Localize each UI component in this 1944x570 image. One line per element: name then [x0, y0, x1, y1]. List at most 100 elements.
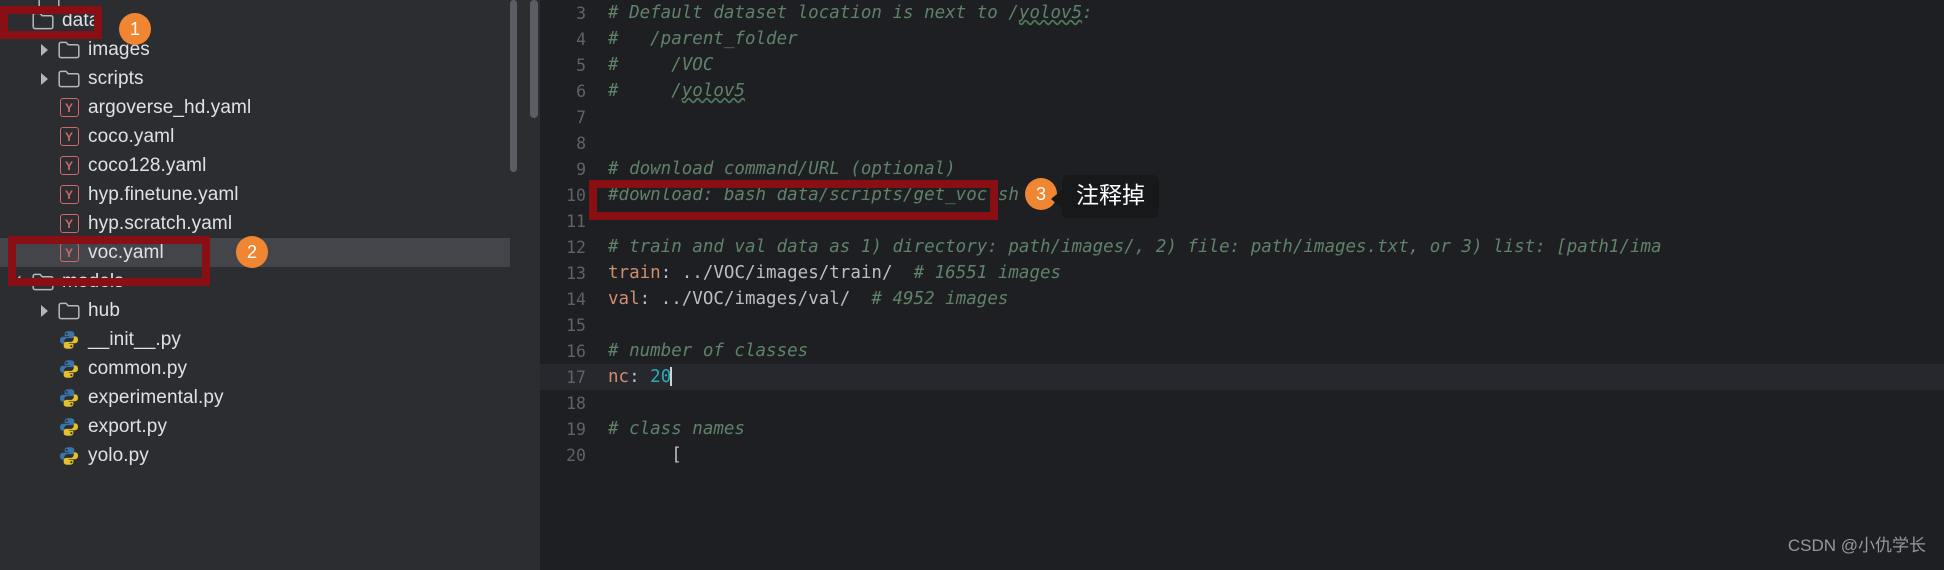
line-number: 16 [566, 341, 586, 361]
code-line[interactable]: 12 # train and val data as 1) directory: … [540, 234, 1944, 260]
code-token: : [629, 367, 651, 387]
code-line-text: nc: 20 [600, 367, 672, 387]
tree-row-argoverse-hd-yaml[interactable]: Yargoverse_hd.yaml [0, 93, 525, 122]
code-token: train [608, 263, 661, 283]
chevron-down-icon[interactable] [6, 274, 30, 289]
code-token: : [660, 263, 682, 283]
yaml-file-icon: Y [56, 214, 82, 233]
code-line[interactable]: 19 # class names [540, 416, 1944, 442]
folder-icon [30, 12, 56, 30]
tree-row-coco-yaml[interactable]: Ycoco.yaml [0, 122, 525, 151]
tree-row-yolo-py[interactable]: yolo.py [0, 441, 525, 470]
line-number: 4 [576, 29, 586, 49]
line-number: 8 [576, 133, 586, 153]
tree-row-hyp-finetune-yaml[interactable]: Yhyp.finetune.yaml [0, 180, 525, 209]
code-token: # class names [608, 419, 745, 439]
code-token: # 4952 images [871, 289, 1009, 309]
tree-row-label: scripts [88, 67, 144, 89]
code-line-text: # /parent_folder [600, 29, 798, 49]
tree-row-hub[interactable]: hub [0, 296, 525, 325]
tree-row-label: hub [88, 299, 121, 321]
line-number: 9 [576, 159, 586, 179]
annotation-badge-2: 2 [236, 236, 268, 268]
tree-row-models[interactable]: models [0, 267, 525, 296]
tree-row-label: coco.yaml [88, 125, 175, 147]
code-line[interactable]: 20 [ [540, 442, 1944, 468]
yaml-file-icon: Y [56, 185, 82, 204]
code-line-text: # class names [600, 419, 745, 439]
folder-icon [56, 302, 82, 320]
code-token: # /VOC [608, 55, 714, 75]
tree-row-images[interactable]: images [0, 35, 525, 64]
tree-row-data[interactable]: data [0, 6, 525, 35]
tree-row-label: coco128.yaml [88, 154, 207, 176]
code-line-text: # download command/URL (optional) [600, 159, 956, 179]
code-token: [ [608, 445, 682, 465]
yaml-file-icon: Y [56, 127, 82, 146]
tree-row-label: experimental.py [88, 386, 224, 408]
watermark-text: CSDN @小仇学长 [1787, 536, 1926, 555]
code-area[interactable]: 3 # Default dataset location is next to /… [540, 0, 1944, 570]
code-token: val [608, 289, 640, 309]
chevron-right-icon[interactable] [32, 72, 56, 85]
line-number: 18 [566, 393, 586, 413]
tree-row-label: voc.yaml [88, 241, 164, 263]
project-tree-panel[interactable]: data images scripts Yargoverse_hd.yaml Ycoco… [0, 0, 525, 570]
folder-icon [56, 70, 82, 88]
code-line-text: val: ../VOC/images/val/ # 4952 images [600, 289, 1008, 309]
code-line[interactable]: 17 nc: 20 [540, 364, 1944, 390]
code-line-text: # Default dataset location is next to /y… [600, 3, 1093, 23]
project-tree[interactable]: data images scripts Yargoverse_hd.yaml Ycoco… [0, 0, 525, 470]
python-file-icon [56, 330, 82, 350]
yaml-file-icon: Y [56, 156, 82, 175]
tree-row-export-py[interactable]: export.py [0, 412, 525, 441]
code-token: yolov5 [681, 81, 745, 101]
code-line[interactable]: 7 [540, 104, 1944, 130]
sidebar-scrollbar-thumb[interactable] [510, 0, 517, 172]
code-line[interactable]: 6 # /yolov5 [540, 78, 1944, 104]
code-line[interactable]: 14 val: ../VOC/images/val/ # 4952 images [540, 286, 1944, 312]
editor-scrollbar-thumb[interactable] [530, 0, 538, 118]
code-line[interactable]: 9 # download command/URL (optional) [540, 156, 1944, 182]
chevron-right-icon[interactable] [32, 304, 56, 317]
tree-row-hyp-scratch-yaml[interactable]: Yhyp.scratch.yaml [0, 209, 525, 238]
code-line[interactable]: 4 # /parent_folder [540, 26, 1944, 52]
code-token: 20 [650, 367, 672, 387]
tree-row-scripts[interactable]: scripts [0, 64, 525, 93]
line-number: 15 [566, 315, 586, 335]
code-line[interactable]: 11 [540, 208, 1944, 234]
tree-row-label: yolo.py [88, 444, 149, 466]
code-line[interactable]: 16 # number of classes [540, 338, 1944, 364]
code-line[interactable]: 10 #download: bash data/scripts/get_voc.s… [540, 182, 1944, 208]
code-token: # number of classes [608, 341, 809, 361]
yaml-file-icon: Y [56, 243, 82, 262]
code-line[interactable]: 15 [540, 312, 1944, 338]
code-token: : [639, 289, 661, 309]
code-line[interactable]: 3 # Default dataset location is next to /… [540, 0, 1944, 26]
chevron-right-icon[interactable] [32, 43, 56, 56]
line-number: 19 [566, 419, 586, 439]
code-line-text: # /yolov5 [600, 81, 745, 101]
code-line-text: [ [600, 445, 682, 465]
code-line[interactable]: 5 # /VOC [540, 52, 1944, 78]
tree-row-common-py[interactable]: common.py [0, 354, 525, 383]
code-line-text: #download: bash data/scripts/get_voc.sh [600, 185, 1019, 205]
tree-row--init-py[interactable]: __init__.py [0, 325, 525, 354]
tree-row-label: common.py [88, 357, 188, 379]
code-editor-panel[interactable]: 3 # Default dataset location is next to /… [525, 0, 1944, 570]
tree-row-experimental-py[interactable]: experimental.py [0, 383, 525, 412]
tree-row-label: __init__.py [88, 328, 182, 350]
code-token: # train and val data as 1) directory: pa… [608, 237, 1662, 257]
code-line[interactable]: 13 train: ../VOC/images/train/ # 16551 im… [540, 260, 1944, 286]
code-line-text: train: ../VOC/images/train/ # 16551 imag… [600, 263, 1061, 283]
code-token: yolov5 [1018, 3, 1083, 23]
tree-row-label: models [62, 270, 124, 292]
yaml-file-icon: Y [56, 98, 82, 117]
tree-row-coco128-yaml[interactable]: Ycoco128.yaml [0, 151, 525, 180]
line-number: 5 [576, 55, 586, 75]
code-line[interactable]: 8 [540, 130, 1944, 156]
tree-row-label: hyp.finetune.yaml [88, 183, 239, 205]
code-line[interactable]: 18 [540, 390, 1944, 416]
